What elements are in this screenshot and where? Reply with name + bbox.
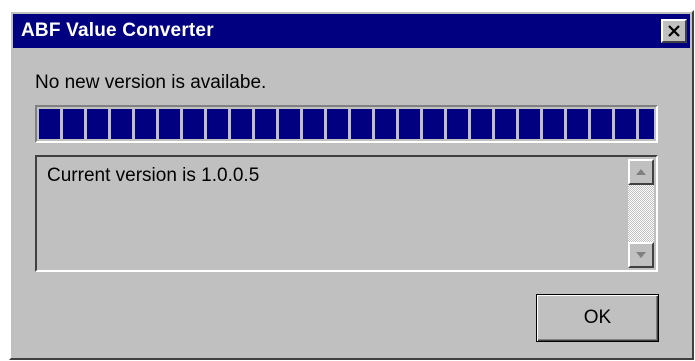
dialog-window: ABF Value Converter No new version is av…: [9, 10, 694, 360]
scroll-down-arrow-icon: [636, 252, 646, 258]
scroll-up-arrow-icon: [636, 169, 646, 175]
vertical-scrollbar[interactable]: [628, 159, 654, 268]
progress-bar: [35, 105, 658, 143]
version-text-area[interactable]: Current version is 1.0.0.5: [35, 155, 658, 272]
progress-fill: [39, 109, 654, 139]
ok-button[interactable]: OK: [536, 294, 659, 342]
title-bar[interactable]: ABF Value Converter: [13, 14, 690, 48]
close-icon: [668, 25, 680, 37]
status-message: No new version is availabe.: [35, 72, 267, 93]
scroll-down-button[interactable]: [628, 242, 654, 268]
window-title: ABF Value Converter: [21, 20, 214, 41]
close-button[interactable]: [661, 19, 687, 43]
scroll-up-button[interactable]: [628, 159, 654, 185]
version-text: Current version is 1.0.0.5: [47, 165, 260, 186]
